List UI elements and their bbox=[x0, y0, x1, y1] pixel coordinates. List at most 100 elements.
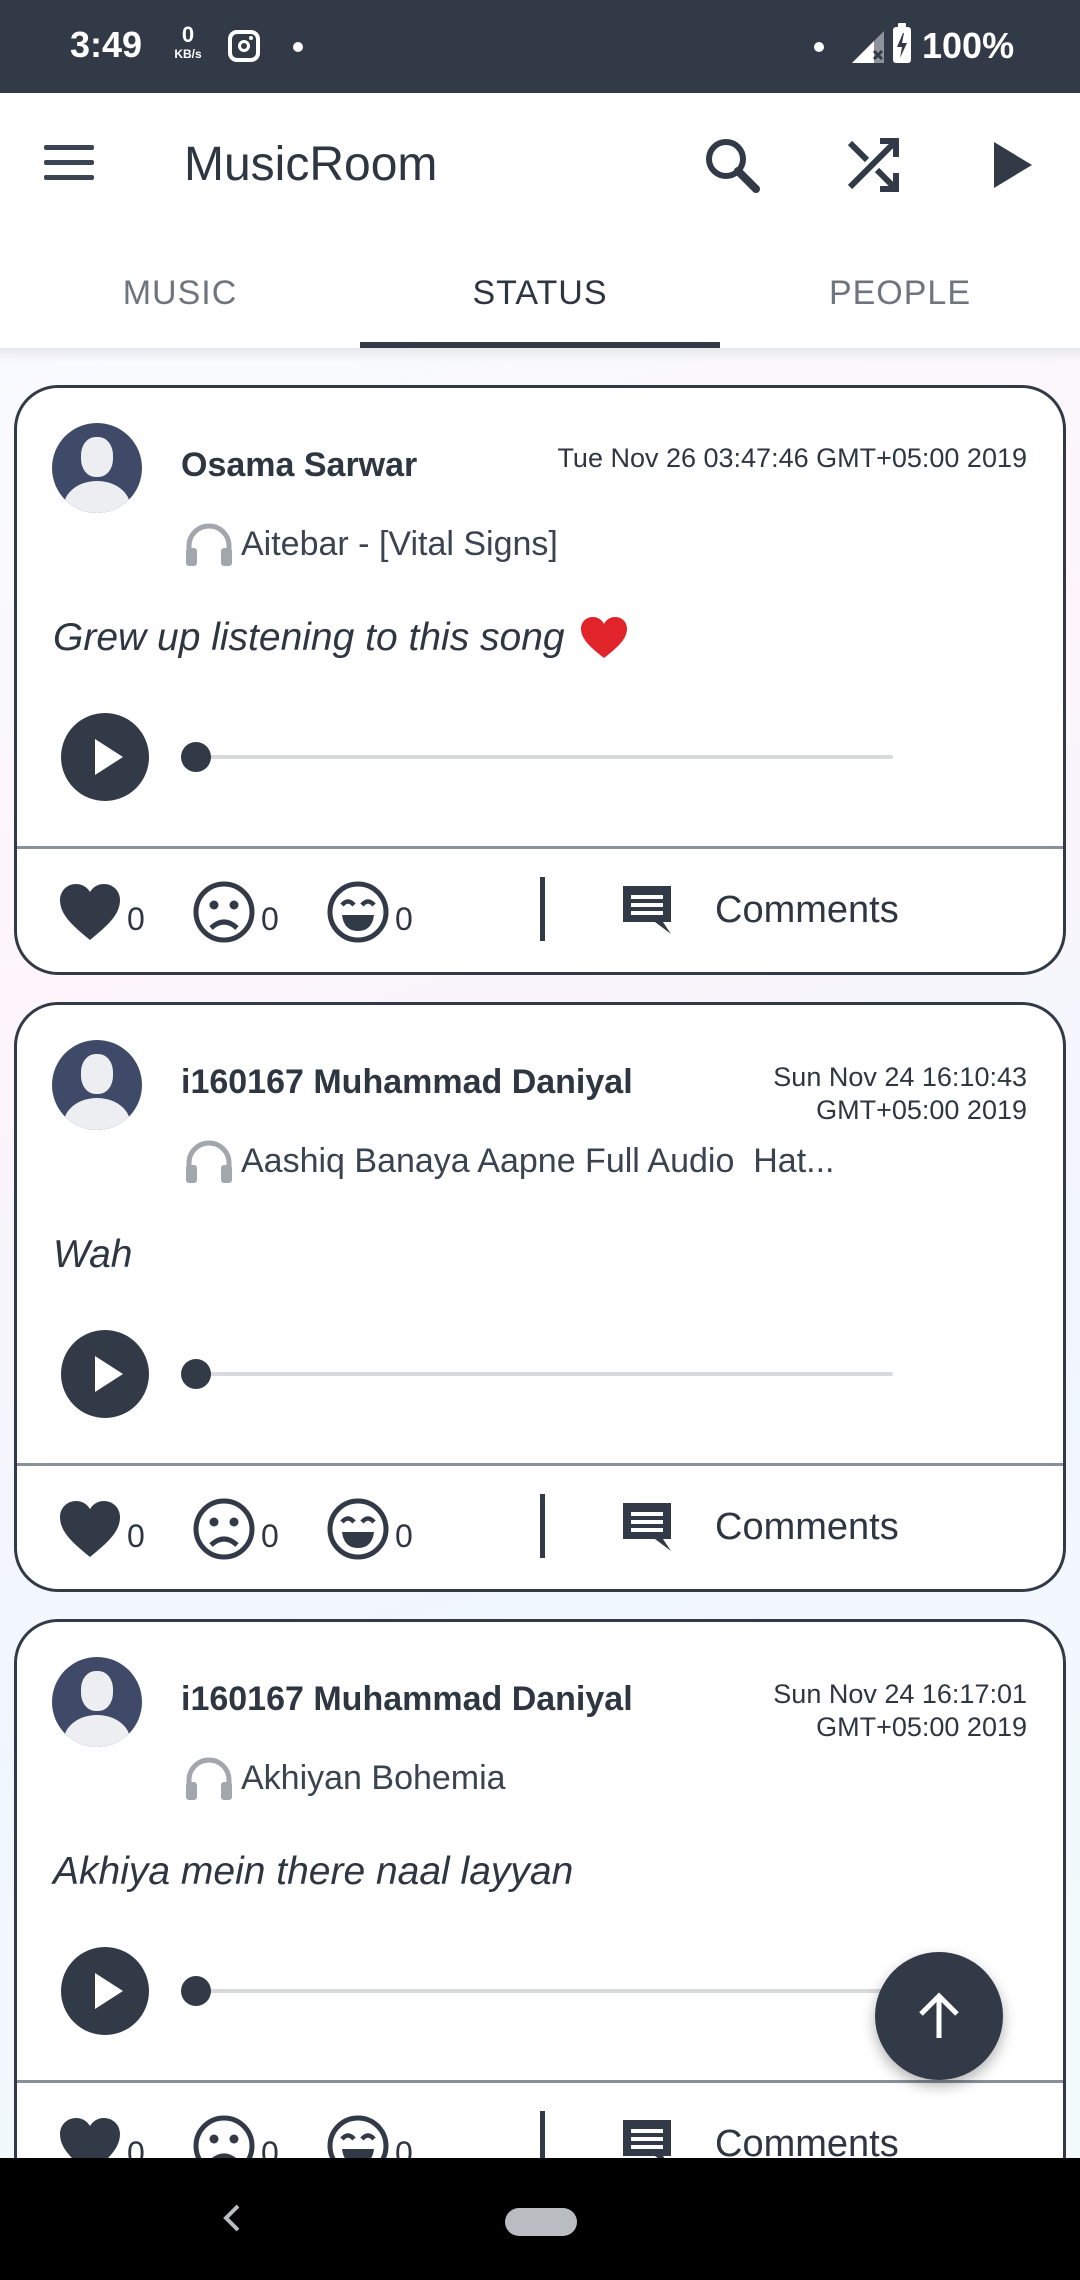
avatar[interactable] bbox=[52, 1657, 142, 1747]
sad-reaction-button[interactable]: 0 bbox=[191, 1496, 279, 1562]
status-time: 3:49 bbox=[70, 24, 143, 65]
laughing-face-icon bbox=[327, 881, 389, 943]
instagram-notification-icon bbox=[228, 30, 260, 62]
post-date: Tue Nov 26 03:47:46 GMT+05:00 2019 bbox=[557, 443, 1027, 473]
battery-percentage: 100% bbox=[922, 25, 1015, 66]
sad-reaction-button[interactable]: 0 bbox=[191, 879, 279, 945]
reaction-bar: 0 0 0 Comments bbox=[17, 1466, 1063, 1589]
home-pill-icon[interactable] bbox=[505, 2208, 577, 2236]
comment-icon bbox=[623, 886, 671, 934]
post-author[interactable]: i160167 Muhammad Daniyal bbox=[181, 1680, 633, 1719]
sad-face-icon bbox=[193, 881, 255, 943]
menu-icon[interactable] bbox=[44, 143, 96, 183]
avatar[interactable] bbox=[52, 1040, 142, 1130]
like-count: 0 bbox=[127, 2134, 145, 2159]
post-author[interactable]: i160167 Muhammad Daniyal bbox=[181, 1063, 633, 1102]
post-song[interactable]: Aitebar - [Vital Signs] bbox=[183, 518, 558, 570]
comments-button[interactable]: Comments bbox=[619, 1494, 899, 1560]
post-caption: Wah bbox=[53, 1233, 133, 1277]
post-date: Sun Nov 24 16:10:43 GMT+05:00 2019 bbox=[773, 1062, 1027, 1125]
post-song[interactable]: Aashiq Banaya Aapne Full Audio Hat... bbox=[183, 1135, 835, 1187]
tab-music[interactable]: MUSIC bbox=[0, 238, 360, 348]
like-count: 0 bbox=[127, 1517, 145, 1554]
battery-icon bbox=[893, 23, 911, 63]
tab-bar: MUSIC STATUS PEOPLE bbox=[0, 238, 1080, 348]
post-caption-text: Grew up listening to this song bbox=[53, 616, 565, 659]
back-icon[interactable] bbox=[220, 2200, 244, 2236]
seekbar-thumb[interactable] bbox=[181, 1359, 211, 1389]
comment-icon bbox=[623, 1503, 671, 1551]
tab-people[interactable]: PEOPLE bbox=[720, 238, 1080, 348]
like-count: 0 bbox=[127, 900, 145, 937]
song-seekbar[interactable] bbox=[195, 755, 893, 759]
net-speed-unit: KB/s bbox=[174, 47, 202, 61]
post-song-title: Aitebar - [Vital Signs] bbox=[241, 524, 558, 563]
reaction-bar: 0 0 0 Comments bbox=[17, 2083, 1063, 2158]
laugh-reaction-button[interactable]: 0 bbox=[325, 2113, 413, 2158]
laughing-face-icon bbox=[327, 1498, 389, 1560]
song-play-button[interactable] bbox=[61, 713, 149, 801]
headphones-icon bbox=[186, 1757, 232, 1800]
post-song-title: Akhiyan Bohemia bbox=[241, 1758, 506, 1797]
post-song[interactable]: Akhiyan Bohemia bbox=[183, 1752, 506, 1804]
net-speed-value: 0 bbox=[181, 22, 195, 47]
comments-button[interactable]: Comments bbox=[619, 877, 899, 943]
app-title: MusicRoom bbox=[184, 138, 438, 191]
heart-icon bbox=[60, 884, 120, 940]
app-bar: MusicRoom bbox=[0, 93, 1080, 238]
status-card: i160167 Muhammad Daniyal Sun Nov 24 16:1… bbox=[14, 1002, 1066, 1592]
tab-status[interactable]: STATUS bbox=[360, 238, 720, 348]
headphones-icon bbox=[186, 1140, 232, 1183]
laughing-face-icon bbox=[327, 2115, 389, 2158]
song-seekbar[interactable] bbox=[195, 1989, 893, 1993]
arrow-up-icon bbox=[919, 1992, 959, 2038]
net-speed-indicator: 0 KB/s bbox=[170, 22, 206, 61]
seekbar-thumb[interactable] bbox=[181, 742, 211, 772]
like-button[interactable]: 0 bbox=[57, 879, 145, 945]
like-button[interactable]: 0 bbox=[57, 2113, 145, 2158]
comment-icon bbox=[623, 2120, 671, 2158]
song-seekbar[interactable] bbox=[195, 1372, 893, 1376]
play-icon[interactable] bbox=[972, 125, 1052, 205]
sad-reaction-button[interactable]: 0 bbox=[191, 2113, 279, 2158]
post-caption: Grew up listening to this song bbox=[53, 616, 629, 660]
avatar[interactable] bbox=[52, 423, 142, 513]
laugh-count: 0 bbox=[395, 2134, 413, 2159]
laugh-reaction-button[interactable]: 0 bbox=[325, 879, 413, 945]
sad-face-icon bbox=[193, 1498, 255, 1560]
post-song-title: Aashiq Banaya Aapne Full Audio Hat... bbox=[241, 1141, 835, 1180]
scroll-to-top-button[interactable] bbox=[875, 1952, 1003, 2080]
search-icon[interactable] bbox=[692, 125, 772, 205]
red-heart-emoji-icon bbox=[580, 617, 627, 658]
notification-dot-icon bbox=[814, 42, 824, 52]
sad-count: 0 bbox=[261, 2134, 279, 2159]
notification-dot-icon bbox=[293, 42, 303, 52]
heart-icon bbox=[60, 2118, 120, 2158]
laugh-reaction-button[interactable]: 0 bbox=[325, 1496, 413, 1562]
song-play-button[interactable] bbox=[61, 1330, 149, 1418]
headphones-icon bbox=[186, 523, 232, 566]
post-author[interactable]: Osama Sarwar bbox=[181, 446, 417, 485]
like-button[interactable]: 0 bbox=[57, 1496, 145, 1562]
post-caption: Akhiya mein there naal layyan bbox=[53, 1850, 573, 1894]
sad-face-icon bbox=[193, 2115, 255, 2158]
comments-button[interactable]: Comments bbox=[619, 2111, 899, 2158]
song-play-button[interactable] bbox=[61, 1947, 149, 2035]
shuffle-icon[interactable] bbox=[832, 125, 912, 205]
laugh-count: 0 bbox=[395, 900, 413, 937]
laugh-count: 0 bbox=[395, 1517, 413, 1554]
status-bar: 3:49 0 KB/s 100% bbox=[0, 0, 1080, 93]
comments-label: Comments bbox=[715, 2122, 899, 2159]
status-card: Osama Sarwar Tue Nov 26 03:47:46 GMT+05:… bbox=[14, 385, 1066, 975]
post-caption-text: Akhiya mein there naal layyan bbox=[53, 1850, 574, 1893]
signal-icon bbox=[852, 31, 884, 63]
seekbar-thumb[interactable] bbox=[181, 1976, 211, 2006]
status-feed[interactable]: Osama Sarwar Tue Nov 26 03:47:46 GMT+05:… bbox=[0, 348, 1080, 2158]
heart-icon bbox=[60, 1501, 120, 1557]
sad-count: 0 bbox=[261, 900, 279, 937]
comments-label: Comments bbox=[715, 888, 899, 931]
comments-label: Comments bbox=[715, 1505, 899, 1548]
post-date: Sun Nov 24 16:17:01 GMT+05:00 2019 bbox=[773, 1679, 1027, 1742]
post-caption-text: Wah bbox=[53, 1233, 133, 1276]
reaction-bar: 0 0 0 Comments bbox=[17, 849, 1063, 972]
